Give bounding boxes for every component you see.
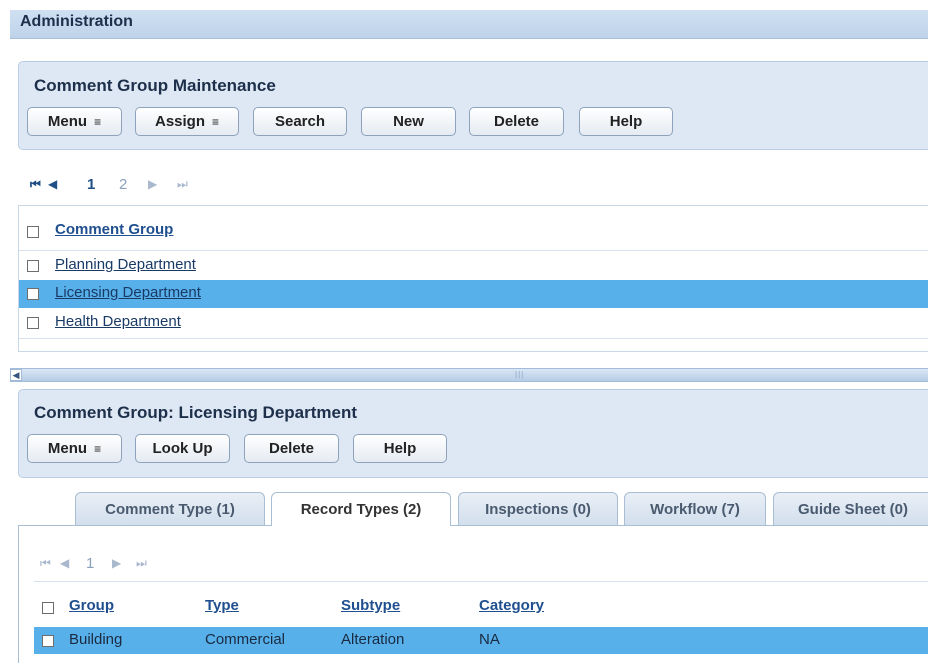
record-types-table: Group Type Subtype Category Building Com… [34, 581, 928, 663]
detail-help-button[interactable]: Help [353, 434, 447, 463]
comment-group-list: Comment Group Planning Department Licens… [18, 205, 928, 352]
cell-type: Commercial [205, 631, 286, 648]
column-header-category[interactable]: Category [479, 597, 544, 614]
assign-button[interactable]: Assign ≡ [135, 107, 239, 136]
tab-workflow[interactable]: Workflow (7) [624, 492, 766, 525]
scroll-left-icon[interactable]: ◀ [10, 369, 22, 381]
page-1[interactable]: 1 [86, 555, 94, 572]
tab-inspections[interactable]: Inspections (0) [458, 492, 618, 525]
column-header-subtype[interactable]: Subtype [341, 597, 400, 614]
prev-page-icon[interactable]: ◀ [48, 177, 57, 191]
select-all-checkbox[interactable] [42, 602, 54, 614]
detail-pager: ⏮ ◀ 1 ▶ ⏭ [40, 555, 180, 574]
lookup-button[interactable]: Look Up [135, 434, 230, 463]
admin-title: Administration [20, 13, 133, 30]
last-page-icon[interactable]: ⏭ [177, 177, 188, 192]
list-item-label[interactable]: Planning Department [55, 256, 196, 273]
admin-header: Administration [10, 10, 928, 39]
detail-menu-button[interactable]: Menu ≡ [27, 434, 122, 463]
table-row[interactable]: Building Commercial Alteration NA [34, 627, 928, 654]
list-item-label[interactable]: Licensing Department [55, 284, 201, 301]
list-item[interactable]: Health Department [19, 308, 928, 338]
prev-page-icon[interactable]: ◀ [60, 556, 69, 570]
row-checkbox[interactable] [27, 317, 39, 329]
column-header-comment-group[interactable]: Comment Group [55, 221, 173, 238]
row-checkbox[interactable] [27, 260, 39, 272]
maintenance-title: Comment Group Maintenance [34, 76, 276, 95]
cell-group: Building [69, 631, 123, 648]
page-1[interactable]: 1 [87, 176, 95, 193]
tab-comment-type[interactable]: Comment Type (1) [75, 492, 265, 525]
search-button[interactable]: Search [253, 107, 347, 136]
detail-title: Comment Group: Licensing Department [34, 403, 358, 422]
next-page-icon[interactable]: ▶ [148, 177, 157, 191]
list-item[interactable]: Planning Department [19, 251, 928, 280]
list-pager: ⏮ ◀ 1 2 ▶ ⏭ [30, 176, 230, 195]
maintenance-panel [18, 61, 928, 150]
column-header-type[interactable]: Type [205, 597, 239, 614]
row-checkbox[interactable] [42, 635, 54, 647]
first-page-icon[interactable]: ⏮ [30, 177, 41, 192]
menu-button[interactable]: Menu ≡ [27, 107, 122, 136]
cell-subtype: Alteration [341, 631, 405, 648]
last-page-icon[interactable]: ⏭ [136, 556, 147, 571]
next-page-icon[interactable]: ▶ [112, 556, 121, 570]
assign-caret-icon: ≡ [212, 114, 220, 129]
row-checkbox[interactable] [27, 288, 39, 300]
delete-button[interactable]: Delete [469, 107, 564, 136]
page-2[interactable]: 2 [119, 176, 127, 193]
column-header-group[interactable]: Group [69, 597, 114, 614]
tab-guide-sheet[interactable]: Guide Sheet (0) [773, 492, 928, 525]
horizontal-scrollbar[interactable]: ◀ ||| [10, 368, 928, 382]
cell-category: NA [479, 631, 500, 648]
detail-delete-button[interactable]: Delete [244, 434, 339, 463]
list-item-label[interactable]: Health Department [55, 313, 181, 330]
select-all-checkbox[interactable] [27, 226, 39, 238]
menu-caret-icon: ≡ [94, 114, 102, 129]
tab-record-types[interactable]: Record Types (2) [271, 492, 451, 526]
first-page-icon[interactable]: ⏮ [40, 556, 51, 571]
list-item-selected[interactable]: Licensing Department [19, 280, 928, 308]
new-button[interactable]: New [361, 107, 456, 136]
scroll-grip-icon[interactable]: ||| [515, 370, 524, 379]
menu-caret-icon: ≡ [94, 441, 102, 456]
help-button[interactable]: Help [579, 107, 673, 136]
